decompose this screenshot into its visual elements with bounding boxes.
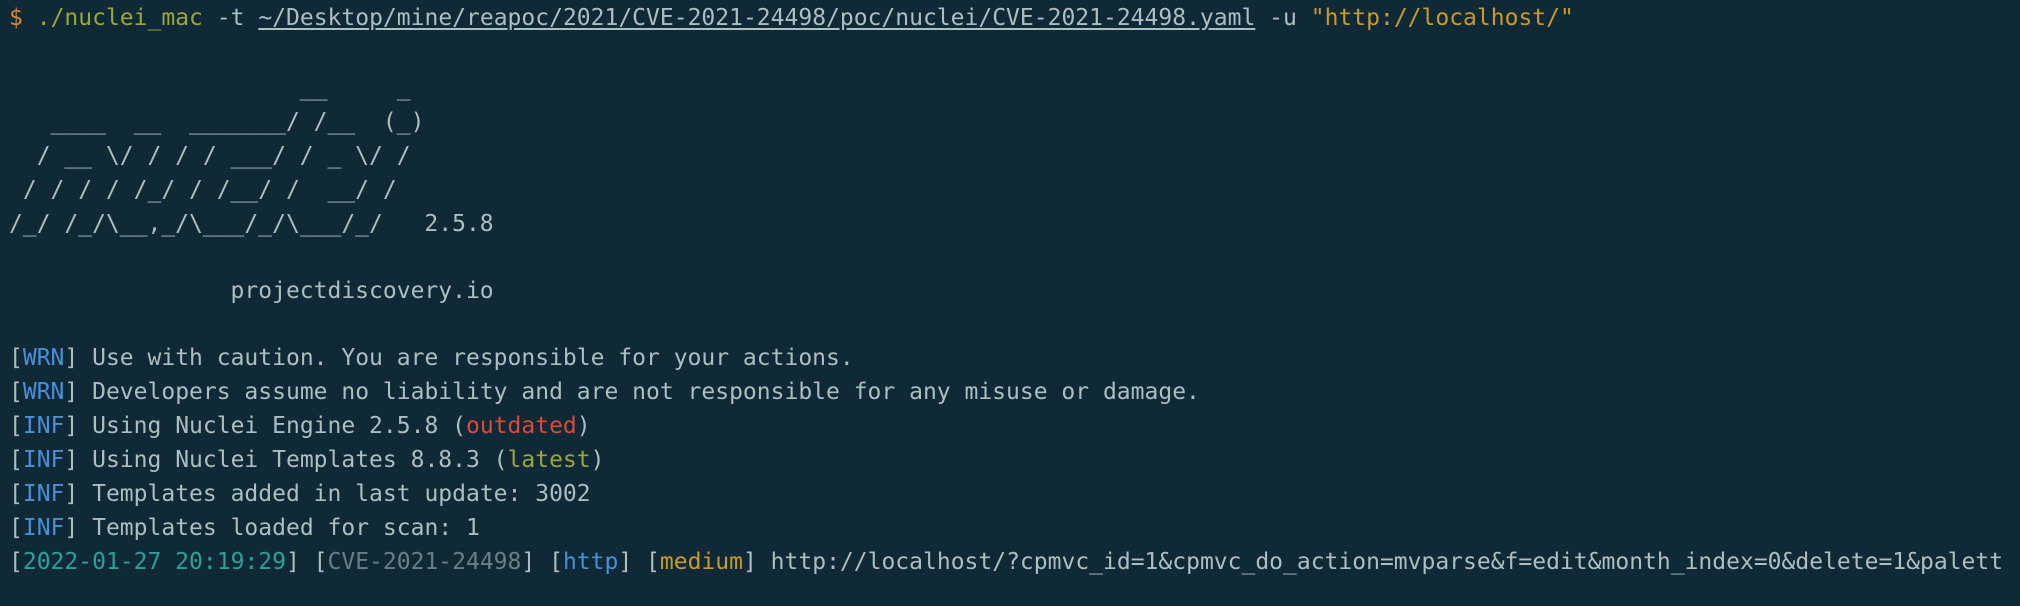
log-suffix: ): [576, 413, 591, 439]
result-timestamp: 2022-01-27 20:19:29: [22, 549, 286, 575]
log-text: Use with caution. You are responsible fo…: [78, 345, 854, 371]
scan-result-line: [2022-01-27 20:19:29] [CVE-2021-24498] […: [9, 549, 2004, 575]
command-flag-u: -u: [1269, 5, 1297, 31]
result-url[interactable]: http://localhost/?cpmvc_id=1&cpmvc_do_ac…: [757, 549, 2003, 575]
banner-line-2: ____ __ _______/ /__ (_): [9, 109, 425, 135]
log-tag: INF: [22, 515, 65, 541]
log-line: [INF] Using Nuclei Templates 8.8.3 (late…: [9, 447, 605, 473]
log-line: [INF] Templates loaded for scan: 1: [9, 515, 480, 541]
log-tag: INF: [22, 447, 65, 473]
banner-line-3: / __ \/ / / / ___/ / _ \/ /: [9, 143, 411, 169]
log-line: [WRN] Developers assume no liability and…: [9, 379, 1200, 405]
log-tag: WRN: [22, 345, 65, 371]
latest-label: latest: [507, 447, 591, 473]
result-severity: medium: [659, 549, 743, 575]
banner-line-1: __ _: [9, 75, 411, 101]
target-url: "http://localhost/": [1310, 5, 1574, 31]
log-tag: WRN: [22, 379, 65, 405]
log-line: [INF] Templates added in last update: 30…: [9, 481, 591, 507]
command-flag-t: -t: [216, 5, 245, 31]
log-text: Using Nuclei Engine 2.5.8 (: [78, 413, 466, 439]
log-line: [WRN] Use with caution. You are responsi…: [9, 345, 854, 371]
log-tag: INF: [22, 413, 65, 439]
banner-site: projectdiscovery.io: [9, 278, 494, 304]
banner-line-4: / / / / /_/ / /__/ / __/ /: [9, 177, 397, 203]
log-line: [INF] Using Nuclei Engine 2.5.8 (outdate…: [9, 413, 591, 439]
prompt-symbol: $: [9, 5, 23, 31]
log-text: Templates added in last update: 3002: [78, 481, 591, 507]
log-tag: INF: [22, 481, 65, 507]
command-binary: ./nuclei_mac: [36, 5, 203, 31]
log-text: Templates loaded for scan: 1: [78, 515, 480, 541]
log-suffix: ): [590, 447, 605, 473]
terminal-window[interactable]: $ ./nuclei_mac -t ~/Desktop/mine/reapoc/…: [0, 0, 2020, 606]
log-text: Using Nuclei Templates 8.8.3 (: [78, 447, 508, 473]
outdated-label: outdated: [466, 413, 577, 439]
log-text: Developers assume no liability and are n…: [78, 379, 1200, 405]
banner-line-5: /_/ /_/\__,_/\___/_/\___/_/ 2.5.8: [9, 211, 494, 237]
result-template-id: CVE-2021-24498: [327, 549, 522, 575]
template-path[interactable]: ~/Desktop/mine/reapoc/2021/CVE-2021-2449…: [258, 5, 1255, 31]
command-line: $ ./nuclei_mac -t ~/Desktop/mine/reapoc/…: [9, 1, 1574, 35]
result-protocol: http: [562, 549, 619, 575]
